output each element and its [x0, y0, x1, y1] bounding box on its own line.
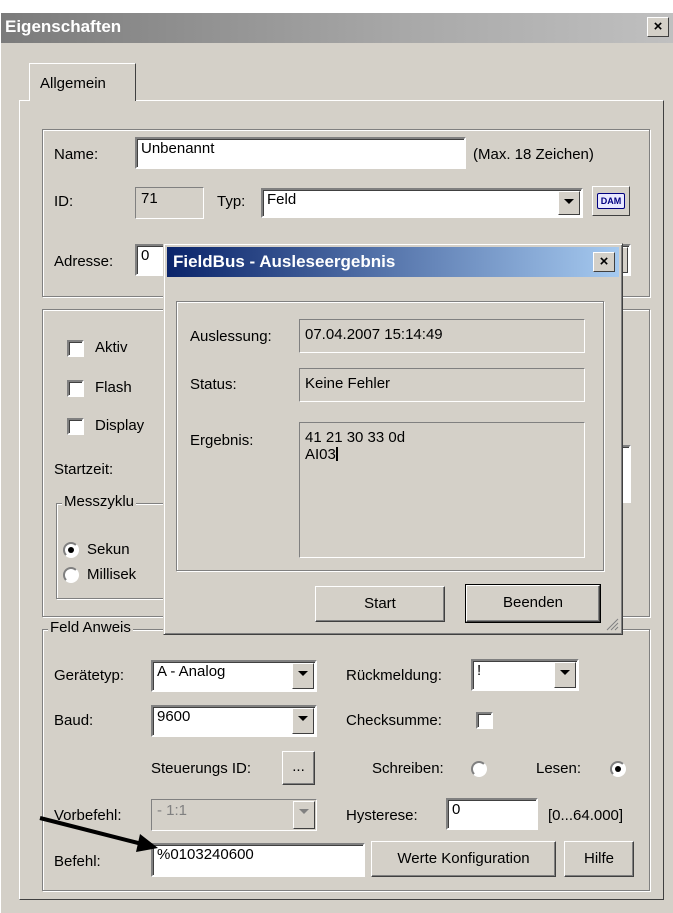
fieldbus-close-button[interactable]: × — [593, 252, 615, 272]
ergebnis-label: Ergebnis: — [190, 432, 254, 449]
auslesung-label: Auslessung: — [190, 328, 272, 345]
fieldbus-dialog: FieldBus - Ausleseergebnis × Auslessung:… — [163, 243, 623, 635]
tab-allgemein[interactable]: Allgemein — [29, 63, 136, 101]
status-label: Status: — [190, 376, 237, 393]
fieldbus-title: FieldBus - Ausleseergebnis — [173, 252, 396, 271]
fieldbus-title-bar: FieldBus - Ausleseergebnis × — [167, 247, 619, 277]
ergebnis-line-2-wrap: AI03 — [305, 446, 579, 463]
tab-allgemein-label: Allgemein — [40, 75, 106, 92]
ergebnis-field[interactable]: 41 21 30 33 0d AI03 — [299, 422, 585, 558]
properties-window: Eigenschaften × Allgemein Messzyklu Feld… — [0, 0, 673, 913]
start-button[interactable]: Start — [315, 586, 445, 622]
text-cursor — [335, 447, 338, 461]
auslesung-value: 07.04.2007 15:14:49 — [299, 319, 585, 353]
beenden-button[interactable]: Beenden — [465, 584, 601, 623]
ergebnis-line-1: 41 21 30 33 0d — [305, 429, 406, 446]
status-value: Keine Fehler — [299, 368, 585, 402]
resize-grip-icon[interactable] — [605, 617, 619, 631]
ergebnis-line-2: AI03 — [305, 446, 336, 463]
